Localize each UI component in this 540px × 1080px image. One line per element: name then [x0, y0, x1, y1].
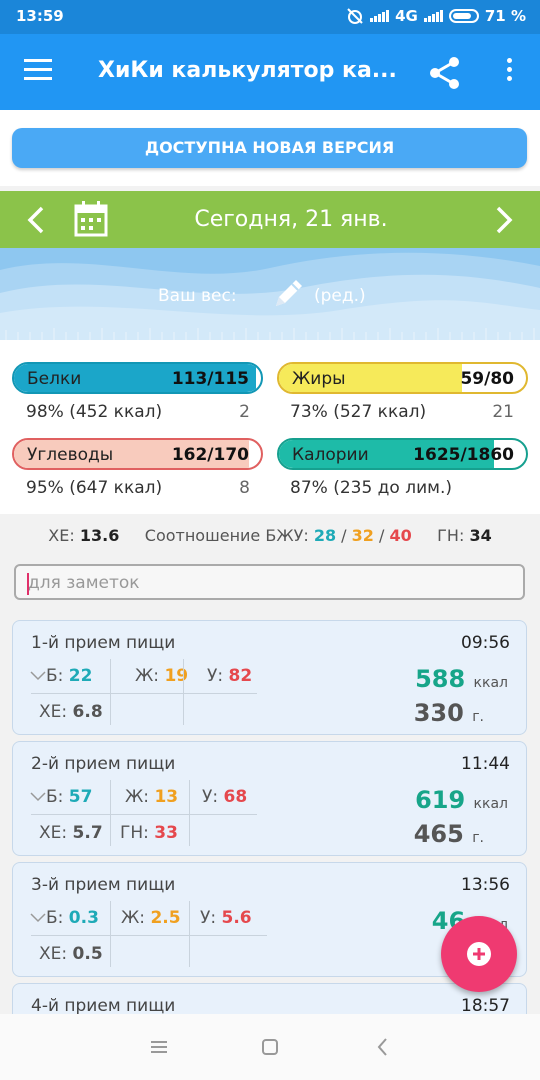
new-version-button[interactable]: ДОСТУПНА НОВАЯ ВЕРСИЯ	[12, 128, 527, 168]
meal-protein: Б: 22	[46, 666, 93, 686]
meal-title: 3-й прием пищи	[31, 875, 176, 895]
meal-time: 13:56	[461, 875, 510, 895]
carbs-percent: 95% (647 ккал)	[26, 478, 163, 498]
meal-fat: Ж: 19	[135, 666, 189, 686]
ratio-fat: 32	[351, 526, 374, 545]
overflow-menu-icon[interactable]	[504, 58, 514, 88]
gn-value: 34	[469, 526, 492, 545]
status-icons: 4G 71 %	[346, 7, 526, 25]
recent-apps-icon[interactable]	[148, 1036, 170, 1058]
chevron-down-icon[interactable]	[30, 671, 46, 681]
ratio-label: Соотношение БЖУ:	[144, 526, 309, 545]
gn-label: ГН:	[437, 526, 465, 545]
calories-value: 1625/1860	[413, 445, 514, 465]
meal-fat: Ж: 13	[125, 787, 179, 807]
meal-protein: Б: 0.3	[46, 908, 99, 928]
meal-xe: ХЕ: 0.5	[39, 944, 103, 964]
protein-label: Белки	[27, 369, 82, 389]
fat-percent: 73% (527 ккал)	[290, 402, 427, 422]
home-icon[interactable]	[259, 1036, 281, 1058]
battery-icon	[448, 9, 479, 23]
calories-percent: 87% (235 до лим.)	[290, 478, 453, 498]
ratio-sep-1: /	[336, 526, 352, 545]
pencil-icon[interactable]	[270, 276, 306, 312]
meal-card-2[interactable]: 2-й прием пищи 11:44 Б: 57 Ж: 13 У: 68 Х…	[12, 741, 527, 856]
current-date[interactable]: Сегодня, 21 янв.	[0, 207, 540, 232]
meal-xe: ХЕ: 5.7	[39, 823, 103, 843]
meal-kcal: 588 ккал	[415, 665, 508, 693]
meal-grams: 465 г.	[413, 820, 484, 848]
notes-placeholder: для заметок	[28, 573, 140, 593]
status-bar: 13:59 4G 71 %	[0, 0, 540, 34]
ratio-carbs: 40	[389, 526, 412, 545]
meal-time: 09:56	[461, 633, 510, 653]
signal-icon	[370, 10, 390, 22]
protein-percent: 98% (452 ккал)	[26, 402, 163, 422]
xe-label: ХЕ:	[48, 526, 75, 545]
meal-xe: ХЕ: 6.8	[39, 702, 103, 722]
carbs-bar[interactable]: Углеводы 162/170	[12, 438, 263, 470]
chevron-down-icon[interactable]	[30, 913, 46, 923]
network-type: 4G	[395, 7, 418, 25]
weight-edit-link[interactable]: (ред.)	[314, 286, 366, 306]
chevron-down-icon[interactable]	[30, 792, 46, 802]
status-time: 13:59	[16, 7, 64, 25]
fat-value: 59/80	[460, 369, 514, 389]
menu-icon[interactable]	[24, 59, 52, 81]
calories-bar[interactable]: Калории 1625/1860	[277, 438, 528, 470]
carbs-count: 8	[239, 478, 250, 498]
meal-carbs: У: 5.6	[200, 908, 252, 928]
calories-label: Калории	[292, 445, 369, 465]
update-banner: ДОСТУПНА НОВАЯ ВЕРСИЯ	[0, 110, 540, 186]
meal-title: 1-й прием пищи	[31, 633, 176, 653]
add-meal-button[interactable]	[441, 916, 517, 992]
weight-label: Ваш вес:	[158, 286, 237, 306]
meal-gn: ГН: 33	[120, 823, 178, 843]
ratio-sep-2: /	[373, 526, 390, 545]
meal-card-1[interactable]: 1-й прием пищи 09:56 Б: 22 Ж: 19 У: 82 Х…	[12, 620, 527, 735]
battery-level: 71 %	[484, 7, 526, 25]
fat-count: 21	[492, 402, 514, 422]
meal-carbs: У: 68	[202, 787, 248, 807]
meal-protein: Б: 57	[46, 787, 93, 807]
signal-icon-2	[423, 10, 443, 22]
weight-section: Ваш вес: (ред.)	[0, 248, 540, 340]
protein-value: 113/115	[171, 369, 249, 389]
meal-grams: 330 г.	[413, 699, 484, 727]
app-title: ХиКи калькулятор ка...	[98, 58, 397, 83]
meal-time: 11:44	[461, 754, 510, 774]
chevron-right-icon[interactable]	[492, 205, 516, 235]
notes-input[interactable]: для заметок	[14, 564, 525, 600]
daily-summary: ХЕ: 13.6 Соотношение БЖУ: 28 / 32 / 40 Г…	[0, 514, 540, 558]
system-nav-bar	[0, 1014, 540, 1080]
back-icon[interactable]	[372, 1036, 394, 1058]
meal-title: 2-й прием пищи	[31, 754, 176, 774]
meal-title: 4-й прием пищи	[31, 996, 176, 1016]
carbs-value: 162/170	[171, 445, 249, 465]
app-bar: ХиКи калькулятор ка...	[0, 34, 540, 110]
xe-value: 13.6	[79, 526, 120, 545]
ratio-protein: 28	[313, 526, 337, 545]
alarm-off-icon	[347, 8, 363, 24]
fat-bar[interactable]: Жиры 59/80	[277, 362, 528, 394]
nutrients-panel: Белки 113/115 98% (452 ккал) 2 Жиры 59/8…	[0, 340, 540, 514]
add-circle-icon	[467, 942, 491, 966]
date-bar: Сегодня, 21 янв.	[0, 191, 540, 248]
protein-bar[interactable]: Белки 113/115	[12, 362, 263, 394]
text-cursor	[27, 573, 29, 595]
carbs-label: Углеводы	[27, 445, 114, 465]
protein-count: 2	[239, 402, 250, 422]
meal-time: 18:57	[461, 996, 510, 1016]
meal-carbs: У: 82	[207, 666, 253, 686]
meal-kcal: 619 ккал	[415, 786, 508, 814]
share-icon[interactable]	[426, 54, 464, 92]
meal-fat: Ж: 2.5	[121, 908, 181, 928]
fat-label: Жиры	[292, 369, 346, 389]
